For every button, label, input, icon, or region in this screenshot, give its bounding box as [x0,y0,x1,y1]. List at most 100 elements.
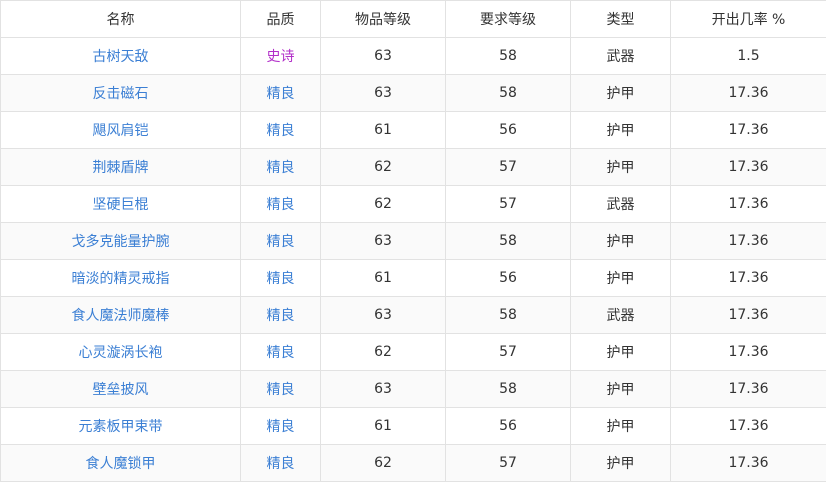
table-row: 食人魔锁甲 精良 62 57 护甲 17.36 [0,444,826,482]
item-name-link[interactable]: 食人魔法师魔棒 [72,308,170,324]
table-row: 反击磁石 精良 63 58 护甲 17.36 [0,74,826,112]
header-type: 类型 [570,0,671,38]
cell-name: 坚硬巨棍 [0,185,241,223]
header-required-level: 要求等级 [445,0,571,38]
cell-type: 护甲 [570,222,671,260]
cell-drop-rate: 17.36 [670,185,826,223]
cell-name: 食人魔法师魔棒 [0,296,241,334]
cell-item-level: 63 [320,222,446,260]
loot-table: 名称 品质 物品等级 要求等级 类型 开出几率 % 古树天敌 史诗 63 58 武器 1.… [0,0,826,482]
cell-required-level: 58 [445,74,571,112]
cell-required-level: 57 [445,185,571,223]
cell-item-level: 63 [320,296,446,334]
cell-item-level: 61 [320,407,446,445]
table-row: 荆棘盾牌 精良 62 57 护甲 17.36 [0,148,826,186]
cell-quality: 精良 [240,222,321,260]
cell-name: 元素板甲束带 [0,407,241,445]
quality-label: 精良 [266,456,295,472]
cell-type: 护甲 [570,74,671,112]
cell-drop-rate: 17.36 [670,148,826,186]
cell-type: 武器 [570,37,671,75]
cell-type: 护甲 [570,148,671,186]
header-drop-rate: 开出几率 % [670,0,826,38]
cell-item-level: 63 [320,74,446,112]
quality-label: 精良 [266,160,295,176]
cell-name: 古树天敌 [0,37,241,75]
cell-required-level: 56 [445,407,571,445]
cell-item-level: 62 [320,185,446,223]
cell-type: 武器 [570,296,671,334]
cell-drop-rate: 17.36 [670,407,826,445]
item-name-link[interactable]: 食人魔锁甲 [86,456,156,472]
quality-label: 史诗 [266,49,295,65]
cell-type: 护甲 [570,444,671,482]
cell-quality: 史诗 [240,37,321,75]
cell-name: 暗淡的精灵戒指 [0,259,241,297]
cell-required-level: 57 [445,444,571,482]
item-name-link[interactable]: 反击磁石 [93,86,149,102]
cell-type: 护甲 [570,407,671,445]
cell-type: 护甲 [570,111,671,149]
quality-label: 精良 [266,308,295,324]
item-name-link[interactable]: 戈多克能量护腕 [72,234,170,250]
cell-drop-rate: 17.36 [670,333,826,371]
quality-label: 精良 [266,271,295,287]
cell-item-level: 62 [320,333,446,371]
quality-label: 精良 [266,197,295,213]
cell-quality: 精良 [240,296,321,334]
table-row: 古树天敌 史诗 63 58 武器 1.5 [0,37,826,75]
cell-drop-rate: 17.36 [670,222,826,260]
cell-drop-rate: 17.36 [670,111,826,149]
item-name-link[interactable]: 荆棘盾牌 [93,160,149,176]
table-header: 名称 品质 物品等级 要求等级 类型 开出几率 % [0,0,826,38]
cell-quality: 精良 [240,185,321,223]
table-row: 戈多克能量护腕 精良 63 58 护甲 17.36 [0,222,826,260]
item-name-link[interactable]: 坚硬巨棍 [93,197,149,213]
item-name-link[interactable]: 古树天敌 [93,49,149,65]
cell-drop-rate: 17.36 [670,296,826,334]
header-row: 名称 品质 物品等级 要求等级 类型 开出几率 % [0,0,826,38]
cell-name: 飓风肩铠 [0,111,241,149]
table-row: 暗淡的精灵戒指 精良 61 56 护甲 17.36 [0,259,826,297]
cell-quality: 精良 [240,370,321,408]
cell-drop-rate: 17.36 [670,74,826,112]
table-row: 坚硬巨棍 精良 62 57 武器 17.36 [0,185,826,223]
cell-item-level: 63 [320,37,446,75]
cell-required-level: 58 [445,296,571,334]
item-name-link[interactable]: 暗淡的精灵戒指 [72,271,170,287]
table-row: 元素板甲束带 精良 61 56 护甲 17.36 [0,407,826,445]
quality-label: 精良 [266,123,295,139]
item-name-link[interactable]: 飓风肩铠 [93,123,149,139]
item-name-link[interactable]: 元素板甲束带 [79,419,163,435]
cell-type: 武器 [570,185,671,223]
cell-name: 心灵漩涡长袍 [0,333,241,371]
cell-drop-rate: 1.5 [670,37,826,75]
cell-type: 护甲 [570,259,671,297]
cell-required-level: 57 [445,333,571,371]
cell-name: 荆棘盾牌 [0,148,241,186]
cell-name: 戈多克能量护腕 [0,222,241,260]
cell-required-level: 58 [445,37,571,75]
item-name-link[interactable]: 壁垒披风 [93,382,149,398]
quality-label: 精良 [266,419,295,435]
cell-required-level: 57 [445,148,571,186]
cell-item-level: 61 [320,259,446,297]
table-body: 古树天敌 史诗 63 58 武器 1.5 反击磁石 精良 63 58 护甲 17.36 飓风肩铠 精良 61… [0,37,826,482]
cell-required-level: 56 [445,259,571,297]
cell-item-level: 61 [320,111,446,149]
table-row: 食人魔法师魔棒 精良 63 58 武器 17.36 [0,296,826,334]
cell-quality: 精良 [240,407,321,445]
header-item-level: 物品等级 [320,0,446,38]
header-name: 名称 [0,0,241,38]
table-row: 心灵漩涡长袍 精良 62 57 护甲 17.36 [0,333,826,371]
cell-required-level: 56 [445,111,571,149]
cell-item-level: 63 [320,370,446,408]
quality-label: 精良 [266,86,295,102]
cell-type: 护甲 [570,370,671,408]
header-quality: 品质 [240,0,321,38]
item-name-link[interactable]: 心灵漩涡长袍 [79,345,163,361]
cell-quality: 精良 [240,148,321,186]
cell-quality: 精良 [240,259,321,297]
quality-label: 精良 [266,345,295,361]
cell-quality: 精良 [240,444,321,482]
